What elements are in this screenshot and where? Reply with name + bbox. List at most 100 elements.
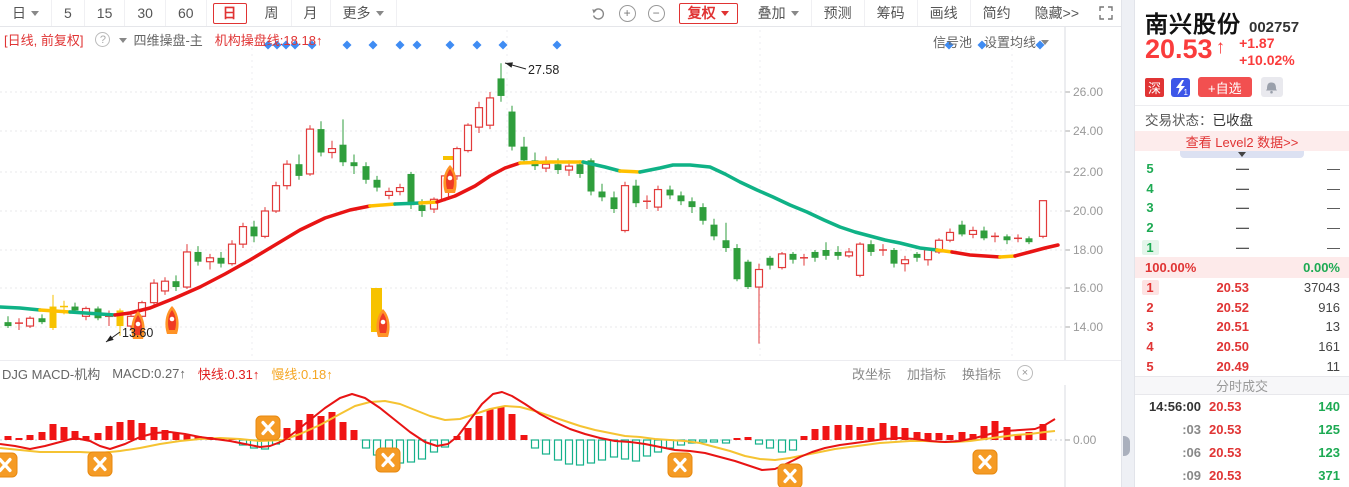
chevron-down-icon [31,11,39,20]
period-toolbar: 日 5 15 30 60 日周月 更多 + − 复权 叠加 预测 筹码 画线 简… [0,0,1121,27]
svg-text:14.00: 14.00 [1073,320,1103,334]
orderbook-fold [1135,151,1349,159]
macd-slow-value: 慢线:0.18↑ [271,366,333,382]
period-button-30[interactable]: 30 [125,0,166,26]
more-label: 更多 [342,5,371,21]
draw-line-button[interactable]: 画线 [918,0,971,26]
stock-code: 002757 [1249,19,1300,36]
lightning-sub-label: 1 [1183,87,1188,97]
help-icon[interactable]: ? [95,32,111,47]
close-indicator-icon[interactable]: × [1017,365,1033,381]
svg-text:13.60: 13.60 [122,326,153,340]
svg-text:27.58: 27.58 [528,63,559,77]
sell-level-row[interactable]: 3— — [1135,198,1349,218]
svg-text:24.00: 24.00 [1073,124,1103,138]
overlay-button[interactable]: 叠加 [746,0,812,26]
institution-line-label: 机构操盘线:18.18↑ [214,33,323,48]
lightning-icon[interactable]: 1 [1171,77,1190,97]
buy-level-row[interactable]: 5 20.49 11 [1135,356,1349,376]
period-button-60[interactable]: 60 [166,0,207,26]
period-dropdown-label: 日 [12,5,26,21]
buy-level-row[interactable]: 2 20.52 916 [1135,298,1349,318]
signal-pool-button[interactable]: 信号池 [933,32,972,51]
buy-level-row[interactable]: 3 20.51 13 [1135,317,1349,337]
trade-row[interactable]: :06 20.53 123 [1135,441,1349,464]
fold-tab-button[interactable] [1180,151,1304,158]
stock-trading-app: 日 5 15 30 60 日周月 更多 + − 复权 叠加 预测 筹码 画线 简… [0,0,1349,487]
switch-indicator-button[interactable]: 换指标 [962,364,1001,383]
more-periods-button[interactable]: 更多 [331,0,397,26]
svg-text:16.00: 16.00 [1073,281,1103,295]
zoom-out-icon[interactable]: − [647,4,665,22]
predict-button[interactable]: 预测 [812,0,865,26]
sell-levels: 5— —4— —3— —2— —1— — [1135,159,1349,257]
price-change: +1.87 [1239,35,1275,51]
trade-row[interactable]: :09 20.53 371 [1135,464,1349,487]
svg-text:22.00: 22.00 [1073,165,1103,179]
period-button-15[interactable]: 15 [85,0,126,26]
chart-subbar-right: 信号池 设置均线 [933,32,1049,51]
chevron-down-icon [790,11,799,20]
kline-mode-label: [日线, 前复权] [4,33,84,48]
trade-row[interactable]: :03 20.53 125 [1135,418,1349,441]
macd-value: MACD:0.27↑ [112,365,186,381]
buy-level-row[interactable]: 4 20.50 161 [1135,337,1349,357]
buy-levels: 1 20.53 37043 2 20.52 916 3 20.51 13 4 20.50 161 5 20… [1135,278,1349,376]
period-button-日[interactable]: 日 [212,2,247,24]
ma-settings-button[interactable]: 设置均线 [984,32,1036,51]
adjust-price-button[interactable]: 复权 [678,2,738,24]
zoom-in-icon[interactable]: + [618,4,636,22]
change-coord-button[interactable]: 改坐标 [852,364,891,383]
simple-mode-button[interactable]: 简约 [971,0,1023,26]
hide-button[interactable]: 隐藏>> [1023,0,1091,26]
badge-row: 深 1 +自选 [1145,76,1349,98]
period-button-5[interactable]: 5 [52,0,85,26]
chevron-down-icon[interactable] [119,37,128,47]
overlay-label: 叠加 [757,5,786,21]
buy-ratio: 100.00% [1145,259,1197,275]
strategy-label[interactable]: 四维操盘-主 [133,30,202,49]
level2-link[interactable]: 查看 Level2 数据>> [1135,131,1349,151]
undo-icon[interactable] [590,5,607,22]
trades-list[interactable]: 14:56:00 20.53 140:03 20.53 125:06 20.53 123:0… [1135,395,1349,487]
adjust-label: 复权 [687,5,716,21]
chart-subbar: [日线, 前复权] ? 四维操盘-主 机构操盘线:18.18↑ [4,30,322,49]
add-indicator-button[interactable]: 加指标 [907,364,946,383]
add-watchlist-button[interactable]: +自选 [1198,77,1252,97]
trade-row[interactable]: 14:56:00 20.53 140 [1135,395,1349,418]
macd-header: DJG MACD-机构 MACD:0.27↑ 快线:0.31↑ 慢线:0.18↑… [0,360,1121,385]
macd-fast-value: 快线:0.31↑ [197,366,260,382]
sell-level-row[interactable]: 5— — [1135,159,1349,179]
sell-level-row[interactable]: 1— — [1135,237,1349,257]
chevron-down-icon [1238,151,1246,161]
period-dropdown[interactable]: 日 [0,0,52,26]
period-button-周[interactable]: 周 [253,0,292,26]
macd-chart[interactable]: 0.00 [0,385,1122,487]
indicator-name[interactable]: DJG MACD-机构 [2,364,100,383]
price-change-pct: +10.02% [1239,52,1295,68]
svg-text:0.00: 0.00 [1073,433,1097,447]
candlestick-chart[interactable]: 26.00 24.00 22.00 20.00 18.00 16.00 14.00 27.58… [0,27,1122,360]
fullscreen-icon[interactable] [1099,6,1113,20]
panel-divider[interactable] [1122,0,1135,487]
trades-title[interactable]: 分时成交 [1135,375,1349,395]
svg-text:18.00: 18.00 [1073,243,1103,257]
sell-level-row[interactable]: 4— — [1135,179,1349,199]
quote-header: 南兴股份 002757 20.53 ↑ +1.87 +10.02% [1135,0,1349,71]
divider-handle[interactable] [1123,436,1130,456]
buy-level-row[interactable]: 1 20.53 37043 [1135,278,1349,298]
trade-status-row: 交易状态： 已收盘 [1135,105,1349,131]
chips-button[interactable]: 筹码 [865,0,918,26]
market-badge: 深 [1145,77,1164,97]
period-button-月[interactable]: 月 [292,0,331,26]
chart-section: 日 5 15 30 60 日周月 更多 + − 复权 叠加 预测 筹码 画线 简… [0,0,1122,487]
chevron-down-icon [720,11,729,20]
quote-panel: 南兴股份 002757 20.53 ↑ +1.87 +10.02% 深 1 +自… [1135,0,1349,487]
candlestick-chart-area: [日线, 前复权] ? 四维操盘-主 机构操盘线:18.18↑ 信号池 设置均线… [0,27,1121,360]
svg-text:20.00: 20.00 [1073,204,1103,218]
sell-level-row[interactable]: 2— — [1135,218,1349,238]
trade-status-value: 已收盘 [1212,112,1254,128]
last-price: 20.53 [1145,34,1213,64]
chevron-down-icon [375,11,384,20]
alert-bell-icon[interactable] [1260,77,1283,97]
